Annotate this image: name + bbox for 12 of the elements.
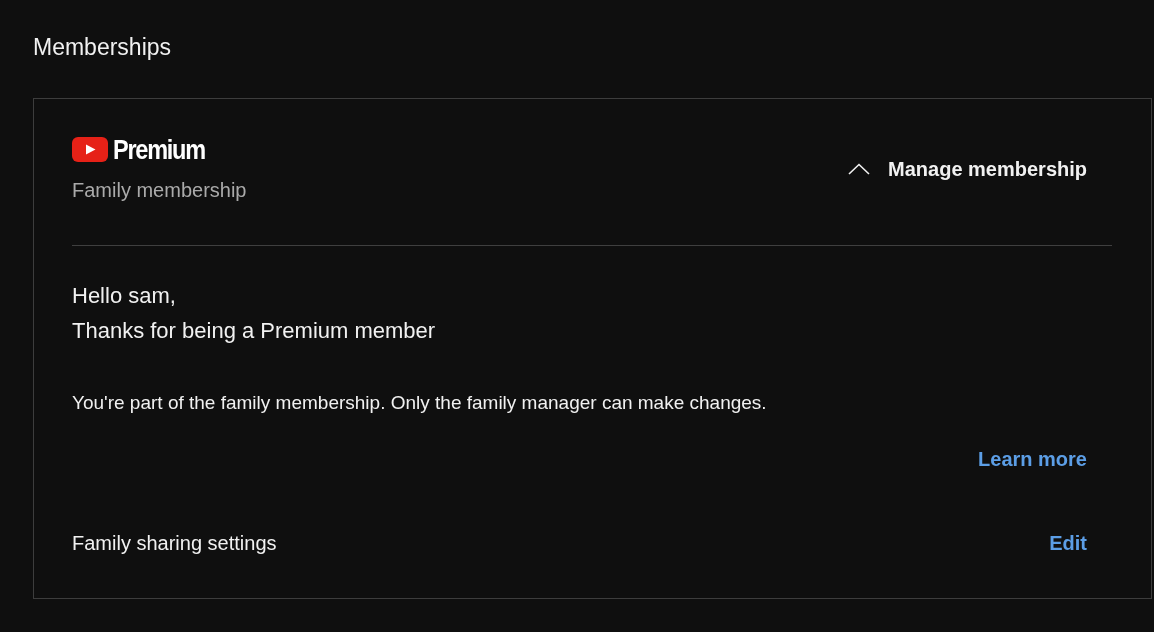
page-title: Memberships	[33, 33, 172, 61]
greeting-text: Thanks for being a Premium member	[72, 317, 437, 345]
plan-name: Family membership	[72, 178, 247, 202]
greeting-text: Hello sam,	[72, 282, 177, 310]
play-logo-icon	[72, 137, 108, 162]
manage-membership-button[interactable]: Manage membership	[848, 157, 1087, 181]
chevron-up-icon	[848, 163, 871, 175]
learn-more-link[interactable]: Learn more	[978, 446, 1087, 472]
edit-link[interactable]: Edit	[1049, 530, 1087, 556]
notice-text: You're part of the family membership. Only the family manager can make changes.	[72, 391, 768, 415]
setting-label: Family sharing settings	[72, 531, 277, 556]
logo-wordmark: Premium	[113, 135, 205, 164]
